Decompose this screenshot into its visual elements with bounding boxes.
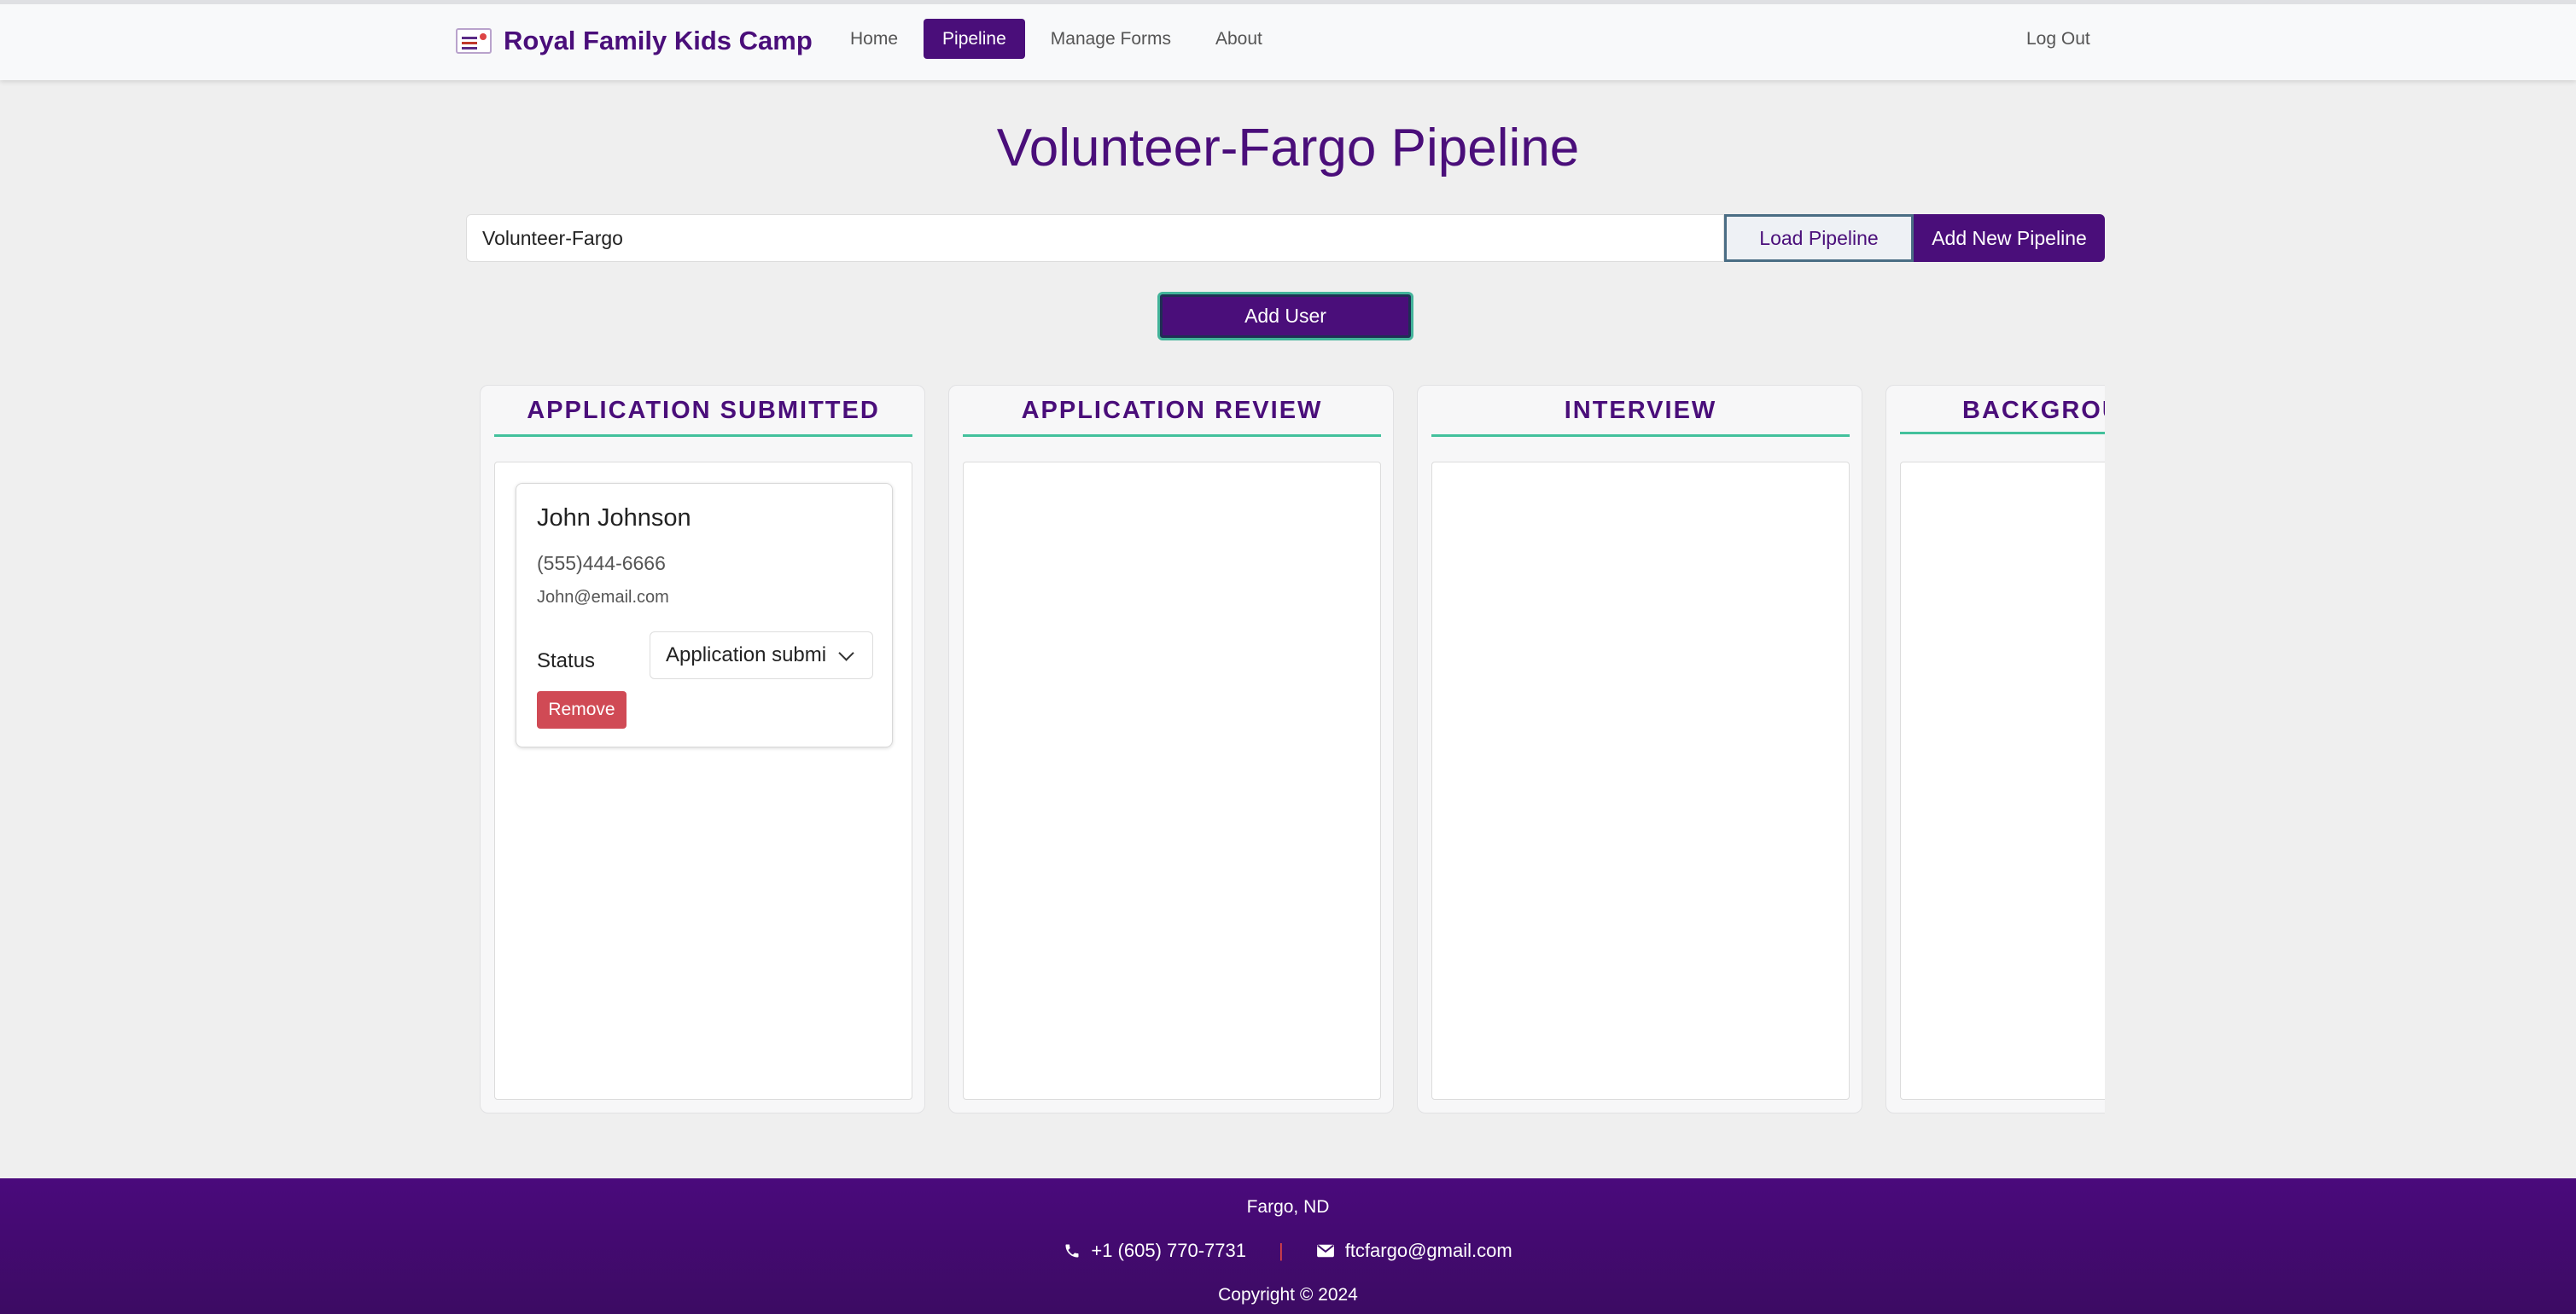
column-title: APPLICATION REVIEW [963, 397, 1381, 437]
remove-button[interactable]: Remove [537, 691, 627, 729]
column-application-review: APPLICATION REVIEW [948, 385, 1394, 1113]
pipeline-bar: Load Pipeline Add New Pipeline [466, 214, 2105, 262]
add-new-pipeline-button[interactable]: Add New Pipeline [1914, 214, 2105, 262]
applicant-name: John Johnson [537, 504, 691, 532]
top-navbar: Royal Family Kids Camp Home Pipeline Man… [0, 0, 2576, 80]
logout-link[interactable]: Log Out [2011, 19, 2106, 59]
applicant-email: John@email.com [537, 588, 669, 607]
phone-icon [1064, 1242, 1081, 1259]
applicant-card[interactable]: John Johnson (555)444-6666 John@email.co… [516, 483, 893, 747]
footer: Fargo, ND +1 (605) 770-7731 | ftcfargo@g… [0, 1178, 2576, 1314]
nav-manage-forms[interactable]: Manage Forms [1032, 19, 1190, 59]
load-pipeline-button[interactable]: Load Pipeline [1724, 214, 1914, 262]
mail-icon [1316, 1243, 1335, 1259]
chevron-down-icon [838, 645, 854, 661]
footer-copyright: Copyright © 2024 [1218, 1285, 1358, 1305]
applicant-phone: (555)444-6666 [537, 552, 666, 574]
brand-name[interactable]: Royal Family Kids Camp [504, 26, 813, 56]
footer-contact: +1 (605) 770-7731 | ftcfargo@gmail.com [0, 1240, 2576, 1262]
status-value: Application submi [666, 643, 827, 666]
logo-icon [456, 28, 492, 54]
brand[interactable]: Royal Family Kids Camp [456, 20, 813, 62]
footer-phone[interactable]: +1 (605) 770-7731 [1064, 1240, 1246, 1262]
column-background: BACKGROU [1885, 385, 2105, 1113]
footer-location: Fargo, ND [1246, 1197, 1330, 1217]
add-user-button[interactable]: Add User [1157, 292, 1413, 340]
column-dropzone[interactable]: John Johnson (555)444-6666 John@email.co… [494, 462, 912, 1100]
column-title: INTERVIEW [1431, 397, 1850, 437]
column-title: APPLICATION SUBMITTED [494, 397, 912, 437]
pipeline-name-input[interactable] [466, 214, 1724, 262]
page-title: Volunteer-Fargo Pipeline [996, 119, 1580, 177]
status-label: Status [537, 649, 596, 672]
footer-email-text: ftcfargo@gmail.com [1344, 1240, 1512, 1261]
column-title: BACKGROU [1900, 397, 2105, 434]
nav-home[interactable]: Home [831, 19, 917, 59]
column-application-submitted: APPLICATION SUBMITTED John Johnson (555)… [480, 385, 925, 1113]
column-dropzone[interactable] [963, 462, 1381, 1100]
pipeline-board: APPLICATION SUBMITTED John Johnson (555)… [480, 385, 2105, 1113]
footer-email[interactable]: ftcfargo@gmail.com [1316, 1240, 1512, 1262]
nav-about[interactable]: About [1197, 19, 1281, 59]
status-select[interactable]: Application submi [650, 631, 873, 679]
nav-links: Home Pipeline Manage Forms About [831, 19, 1288, 59]
column-dropzone[interactable] [1431, 462, 1850, 1100]
nav-pipeline[interactable]: Pipeline [924, 19, 1025, 59]
column-dropzone[interactable] [1900, 462, 2105, 1100]
footer-separator: | [1278, 1240, 1284, 1261]
column-interview: INTERVIEW [1417, 385, 1862, 1113]
footer-phone-text: +1 (605) 770-7731 [1091, 1240, 1246, 1261]
